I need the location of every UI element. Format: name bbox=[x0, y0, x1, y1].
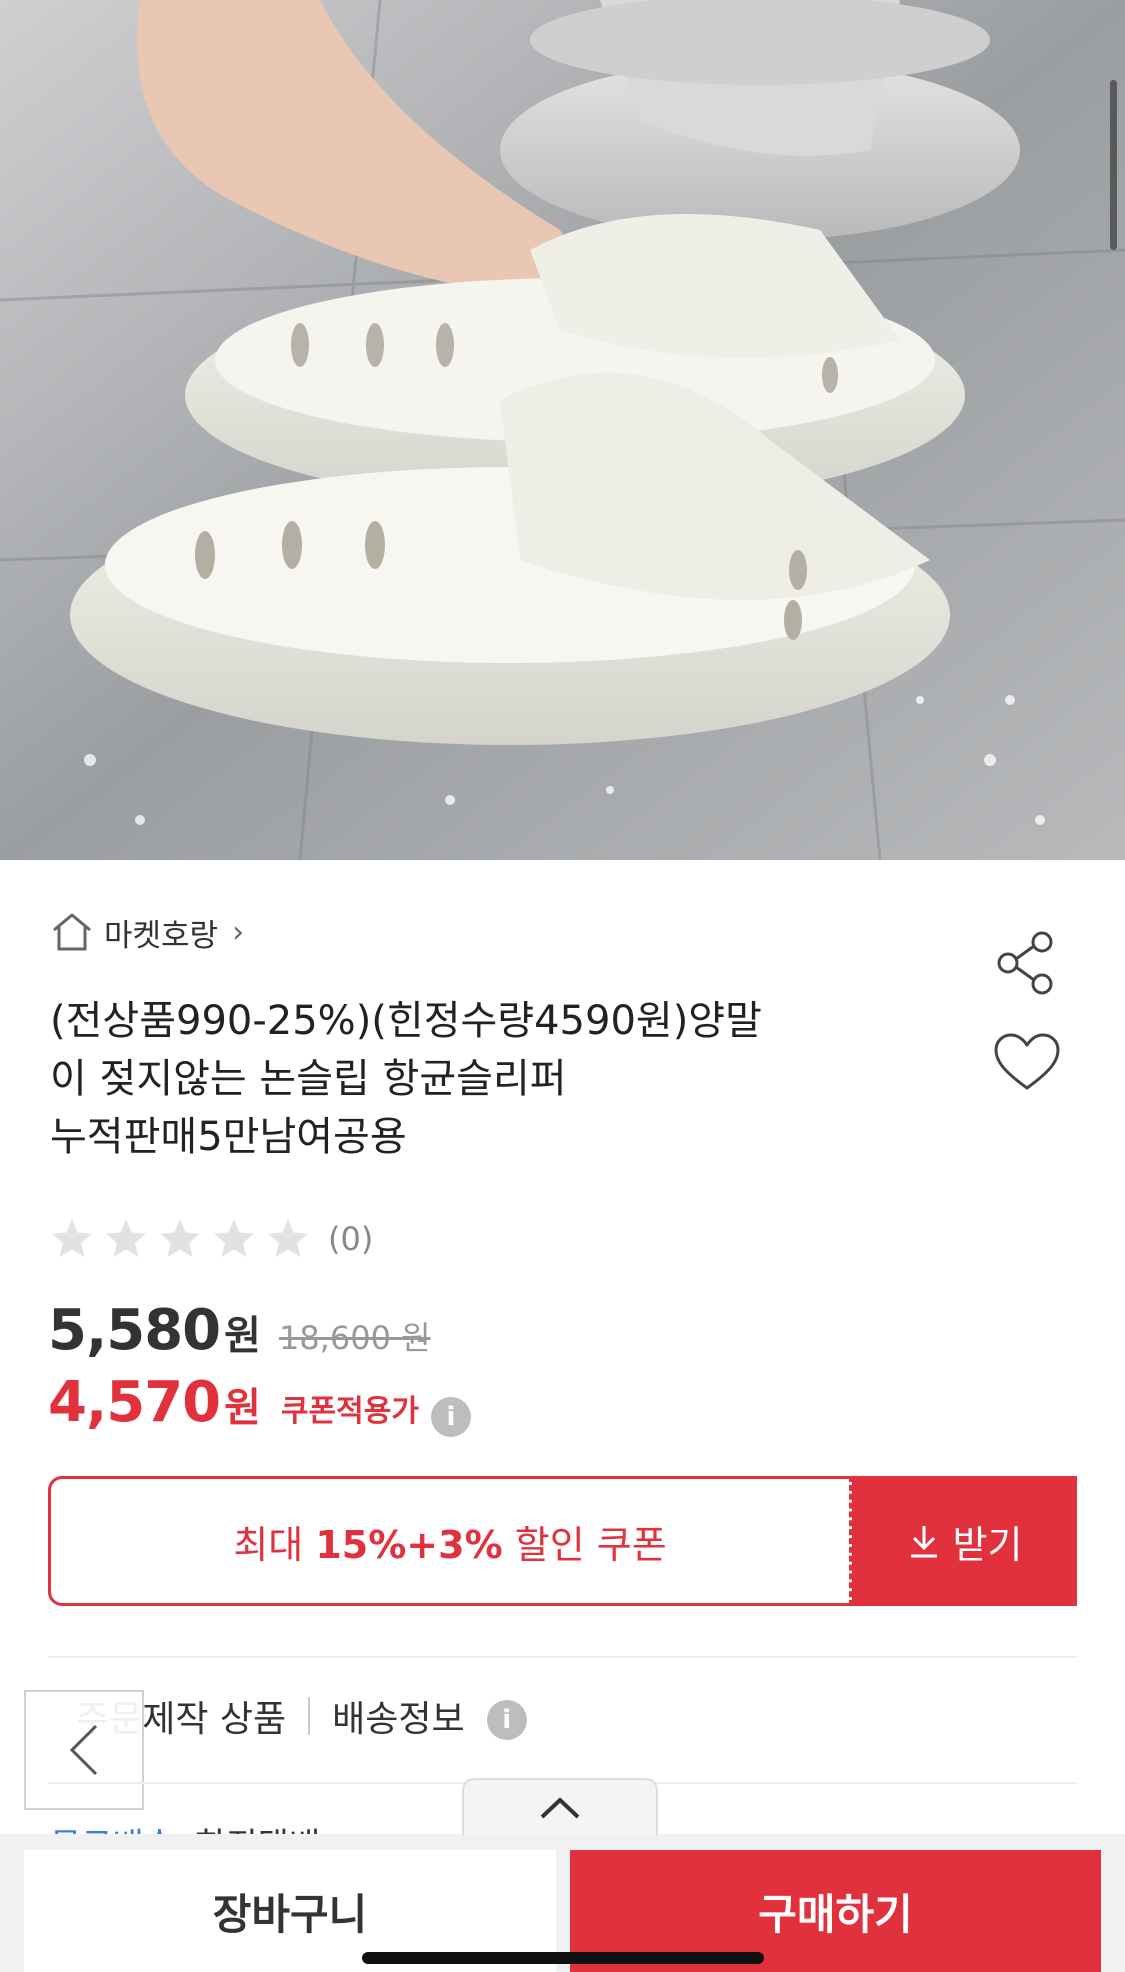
product-title-line: 이 젖지않는 논슬립 항균슬리퍼 bbox=[50, 1056, 567, 1102]
coupon-text: 최대 15%+3% 할인 쿠폰 bbox=[233, 1514, 666, 1569]
expand-chevron-icon bbox=[540, 1797, 580, 1819]
review-count: (0) bbox=[328, 1220, 374, 1258]
separator bbox=[308, 1697, 311, 1735]
product-image[interactable] bbox=[0, 0, 1125, 860]
star-icon bbox=[160, 1219, 200, 1257]
rating[interactable]: (0) bbox=[48, 1215, 373, 1263]
sale-price: 5,580 bbox=[48, 1298, 221, 1363]
slipper-photo bbox=[0, 0, 1125, 860]
star-icon bbox=[52, 1219, 92, 1257]
coupon-price-unit: 원 bbox=[224, 1385, 261, 1431]
shipping-info-label[interactable]: 배송정보 bbox=[332, 1690, 464, 1742]
product-title-line: 누적판매5만남여공용 bbox=[50, 1114, 407, 1160]
star-icon bbox=[106, 1219, 146, 1257]
star-icon bbox=[214, 1219, 254, 1257]
section-divider bbox=[48, 1656, 1077, 1658]
chevron-right-icon: › bbox=[232, 914, 245, 950]
sale-price-unit: 원 bbox=[224, 1313, 261, 1359]
coupon-download-button[interactable]: 받기 bbox=[852, 1476, 1077, 1606]
info-icon[interactable]: i bbox=[486, 1700, 527, 1740]
back-chevron-icon bbox=[69, 1724, 98, 1776]
star-icon bbox=[268, 1219, 308, 1257]
coupon-banner[interactable]: 최대 15%+3% 할인 쿠폰 bbox=[48, 1476, 852, 1606]
coupon-price-row: 4,570 원 쿠폰적용가 i bbox=[48, 1370, 471, 1437]
download-icon bbox=[910, 1526, 937, 1558]
share-button[interactable] bbox=[990, 928, 1060, 998]
share-icon bbox=[997, 931, 1053, 995]
product-title-line: (전상품990-25%)(힌정수량4590원)양말 bbox=[50, 998, 762, 1044]
coupon-discount: 15%+3% bbox=[315, 1522, 503, 1567]
home-indicator bbox=[362, 1952, 764, 1964]
coupon-price-label: 쿠폰적용가 bbox=[280, 1394, 419, 1429]
price-row: 5,580 원 18,600 원 bbox=[48, 1298, 431, 1363]
image-scroll-indicator bbox=[1110, 80, 1117, 250]
back-button[interactable] bbox=[24, 1690, 144, 1810]
store-link[interactable]: 마켓호랑 › bbox=[50, 912, 245, 954]
home-icon bbox=[53, 913, 91, 951]
heart-icon bbox=[994, 1033, 1060, 1090]
info-icon[interactable]: i bbox=[430, 1397, 471, 1437]
product-title: (전상품990-25%)(힌정수량4590원)양말 이 젖지않는 논슬립 항균슬… bbox=[50, 992, 930, 1166]
coupon-get-label: 받기 bbox=[952, 1522, 1023, 1567]
coupon-suffix: 할인 쿠폰 bbox=[502, 1522, 667, 1567]
expand-options-tab[interactable] bbox=[462, 1778, 658, 1836]
like-button[interactable] bbox=[992, 1032, 1062, 1094]
coupon-price: 4,570 bbox=[48, 1370, 221, 1435]
store-name: 마켓호랑 bbox=[104, 917, 219, 954]
coupon-prefix: 최대 bbox=[233, 1522, 316, 1567]
original-price: 18,600 원 bbox=[278, 1319, 431, 1357]
